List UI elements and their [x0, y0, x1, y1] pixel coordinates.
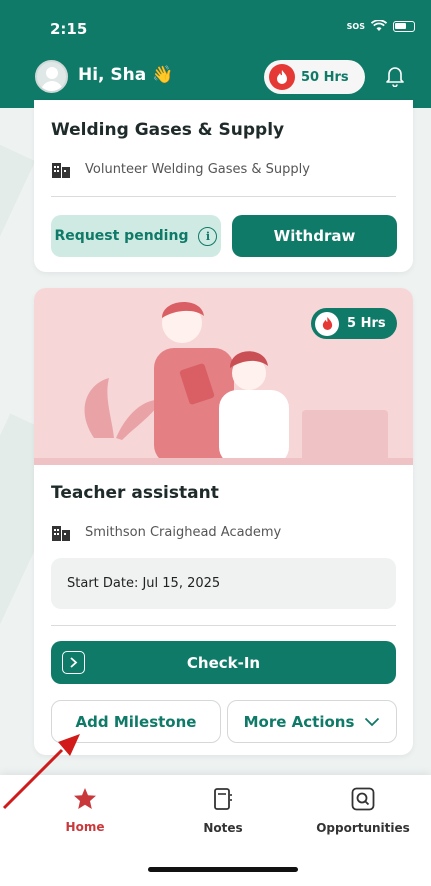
hours-badge-label: 5 Hrs [347, 316, 386, 331]
greeting-text: Hi, Sha 👋 [78, 65, 174, 85]
nav-home-label: Home [65, 820, 105, 834]
opportunity-card-welding: Welding Gases & Supply Volunteer Welding… [34, 100, 413, 272]
request-pending-label: Request pending [54, 228, 189, 244]
chevron-right-icon [62, 651, 85, 674]
organization-row: Volunteer Welding Gases & Supply [51, 160, 310, 178]
battery-icon [393, 20, 415, 32]
card-title: Welding Gases & Supply [51, 120, 285, 140]
organization-name: Smithson Craighead Academy [85, 524, 282, 540]
nav-notes-label: Notes [203, 821, 243, 835]
home-indicator [148, 867, 298, 872]
more-actions-button[interactable]: More Actions [227, 700, 397, 743]
status-icons: SOS [347, 20, 415, 32]
check-in-label: Check-In [186, 653, 261, 672]
nav-opportunities[interactable]: Opportunities [313, 787, 413, 835]
divider [51, 196, 396, 197]
notebook-icon [214, 788, 232, 810]
bell-icon[interactable] [385, 65, 405, 87]
search-square-icon [351, 787, 375, 811]
building-icon [52, 526, 70, 541]
building-icon [52, 163, 70, 178]
hours-pill[interactable]: 50 Hrs [264, 60, 365, 94]
annotation-arrow-icon [2, 734, 80, 810]
nav-opportunities-label: Opportunities [316, 821, 410, 835]
organization-name: Volunteer Welding Gases & Supply [85, 161, 310, 177]
opportunity-card-teacher: 5 Hrs Teacher assistant Smithson Craighe… [34, 288, 413, 755]
sos-indicator: SOS [346, 21, 365, 31]
withdraw-button[interactable]: Withdraw [232, 215, 397, 257]
chevron-down-icon [365, 717, 380, 726]
hours-total: 50 Hrs [301, 69, 349, 85]
hours-badge: 5 Hrs [311, 308, 397, 339]
divider [51, 625, 396, 626]
flame-icon [315, 311, 339, 336]
request-pending-button[interactable]: Request pending i [51, 215, 221, 257]
flame-icon [269, 64, 295, 90]
nav-notes[interactable]: Notes [193, 787, 253, 835]
app-header: 2:15 SOS Hi, Sha 👋 50 Hrs [0, 0, 431, 108]
info-icon[interactable]: i [198, 226, 218, 246]
wifi-icon [371, 20, 387, 31]
avatar[interactable] [35, 60, 68, 93]
organization-row: Smithson Craighead Academy [51, 523, 281, 541]
more-actions-label: More Actions [243, 712, 355, 731]
start-date: Start Date: Jul 15, 2025 [51, 558, 396, 609]
card-title: Teacher assistant [51, 483, 219, 503]
check-in-button[interactable]: Check-In [51, 641, 396, 684]
status-time: 2:15 [50, 20, 88, 38]
